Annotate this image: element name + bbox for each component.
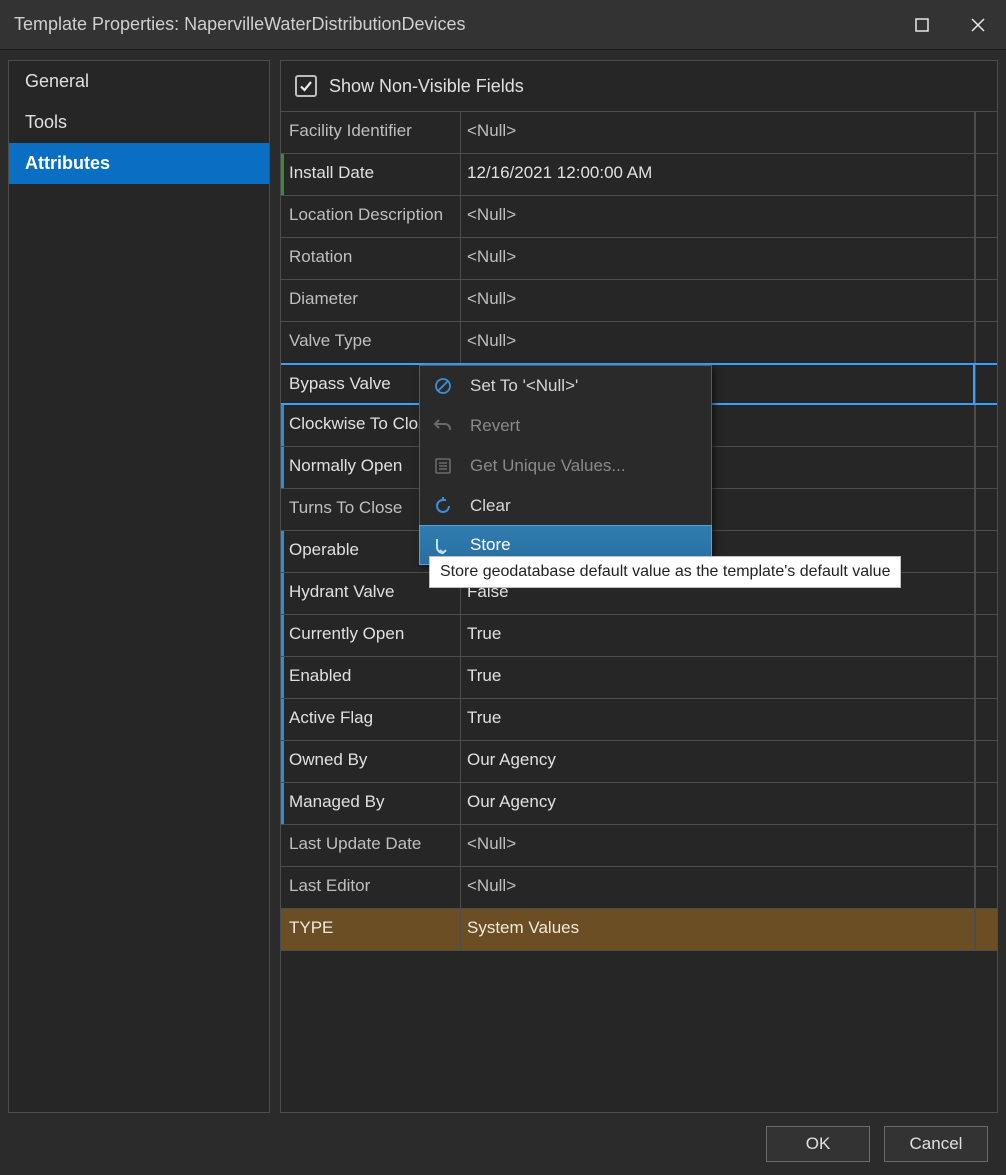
attribute-row[interactable]: Valve Type<Null>	[281, 322, 997, 364]
attribute-row[interactable]: Owned ByOur Agency	[281, 741, 997, 783]
attribute-row[interactable]: Location Description<Null>	[281, 196, 997, 238]
attribute-value[interactable]: <Null>	[461, 238, 975, 279]
row-gutter	[975, 280, 997, 321]
attribute-row[interactable]: Facility Identifier<Null>	[281, 112, 997, 154]
window-controls	[894, 0, 1006, 49]
tooltip: Store geodatabase default value as the t…	[429, 556, 901, 588]
row-gutter	[975, 699, 997, 740]
row-gutter	[975, 365, 997, 403]
attribute-value[interactable]: Our Agency	[461, 783, 975, 824]
attribute-row[interactable]: Managed ByOur Agency	[281, 783, 997, 825]
refresh-icon	[430, 496, 456, 516]
maximize-icon	[914, 17, 930, 33]
row-gutter	[975, 322, 997, 363]
attribute-label: Enabled	[281, 657, 461, 698]
attribute-row[interactable]: Last Editor<Null>	[281, 867, 997, 909]
attribute-value[interactable]: True	[461, 615, 975, 656]
context-menu-item[interactable]: Set To '<Null>'	[420, 366, 711, 406]
attribute-label: Active Flag	[281, 699, 461, 740]
sidebar-item-general[interactable]: General	[9, 61, 269, 102]
context-menu-label: Revert	[470, 416, 520, 436]
attribute-value[interactable]: System Values	[461, 909, 975, 950]
row-gutter	[975, 867, 997, 908]
attribute-row[interactable]: Diameter<Null>	[281, 280, 997, 322]
context-menu-item: Get Unique Values...	[420, 446, 711, 486]
attribute-value[interactable]: <Null>	[461, 867, 975, 908]
row-gutter	[975, 783, 997, 824]
attribute-label: Install Date	[281, 154, 461, 195]
attribute-label: Currently Open	[281, 615, 461, 656]
show-nonvisible-label: Show Non-Visible Fields	[329, 76, 524, 97]
store-icon	[430, 535, 456, 555]
attribute-value[interactable]: 12/16/2021 12:00:00 AM	[461, 154, 975, 195]
list-icon	[430, 456, 456, 476]
sidebar: General Tools Attributes	[8, 60, 270, 1113]
close-icon	[969, 16, 987, 34]
row-gutter	[975, 112, 997, 153]
context-menu-item[interactable]: Clear	[420, 486, 711, 526]
context-menu-label: Store	[470, 535, 511, 555]
attribute-value[interactable]: <Null>	[461, 280, 975, 321]
attribute-label: Last Update Date	[281, 825, 461, 866]
row-gutter	[975, 447, 997, 488]
content-panel: Show Non-Visible Fields Facility Identif…	[280, 60, 998, 1113]
dialog-body: General Tools Attributes Show Non-Visibl…	[0, 50, 1006, 1113]
sidebar-item-attributes[interactable]: Attributes	[9, 143, 269, 184]
cancel-button[interactable]: Cancel	[884, 1126, 988, 1162]
attribute-value[interactable]: True	[461, 699, 975, 740]
row-gutter	[975, 615, 997, 656]
context-menu-label: Get Unique Values...	[470, 456, 626, 476]
context-menu-label: Clear	[470, 496, 511, 516]
close-button[interactable]	[950, 0, 1006, 49]
attribute-row[interactable]: Currently OpenTrue	[281, 615, 997, 657]
row-gutter	[975, 657, 997, 698]
attribute-label: Location Description	[281, 196, 461, 237]
attribute-row[interactable]: Active FlagTrue	[281, 699, 997, 741]
attribute-row[interactable]: Install Date12/16/2021 12:00:00 AM	[281, 154, 997, 196]
attribute-row[interactable]: Rotation<Null>	[281, 238, 997, 280]
row-gutter	[975, 531, 997, 572]
attributes-grid: Facility Identifier<Null>Install Date12/…	[281, 111, 997, 1112]
ok-button[interactable]: OK	[766, 1126, 870, 1162]
attribute-label: Facility Identifier	[281, 112, 461, 153]
null-icon	[430, 376, 456, 396]
sidebar-item-tools[interactable]: Tools	[9, 102, 269, 143]
context-menu: Set To '<Null>' Revert Get Unique Values..…	[419, 365, 712, 565]
row-gutter	[975, 573, 997, 614]
attribute-row[interactable]: EnabledTrue	[281, 657, 997, 699]
row-gutter	[975, 909, 997, 950]
attribute-value[interactable]: Our Agency	[461, 741, 975, 782]
window-title: Template Properties: NapervilleWaterDist…	[14, 14, 894, 35]
check-icon	[298, 78, 314, 94]
titlebar: Template Properties: NapervilleWaterDist…	[0, 0, 1006, 50]
attribute-label: TYPE	[281, 909, 461, 950]
attribute-value[interactable]: <Null>	[461, 112, 975, 153]
row-gutter	[975, 741, 997, 782]
show-nonvisible-row: Show Non-Visible Fields	[281, 61, 997, 111]
row-gutter	[975, 196, 997, 237]
maximize-button[interactable]	[894, 0, 950, 49]
attribute-label: Diameter	[281, 280, 461, 321]
attribute-row[interactable]: TYPESystem Values	[281, 909, 997, 951]
attribute-label: Managed By	[281, 783, 461, 824]
attribute-value[interactable]: <Null>	[461, 196, 975, 237]
row-gutter	[975, 825, 997, 866]
show-nonvisible-checkbox[interactable]	[295, 75, 317, 97]
attribute-row[interactable]: Last Update Date<Null>	[281, 825, 997, 867]
attribute-label: Valve Type	[281, 322, 461, 363]
attribute-value[interactable]: <Null>	[461, 825, 975, 866]
row-gutter	[975, 489, 997, 530]
attribute-value[interactable]: True	[461, 657, 975, 698]
undo-icon	[430, 416, 456, 436]
dialog-footer: OK Cancel	[0, 1113, 1006, 1175]
attribute-label: Rotation	[281, 238, 461, 279]
attribute-value[interactable]: <Null>	[461, 322, 975, 363]
attribute-label: Last Editor	[281, 867, 461, 908]
context-menu-label: Set To '<Null>'	[470, 376, 578, 396]
attribute-label: Owned By	[281, 741, 461, 782]
row-gutter	[975, 238, 997, 279]
row-gutter	[975, 154, 997, 195]
context-menu-item: Revert	[420, 406, 711, 446]
row-gutter	[975, 405, 997, 446]
